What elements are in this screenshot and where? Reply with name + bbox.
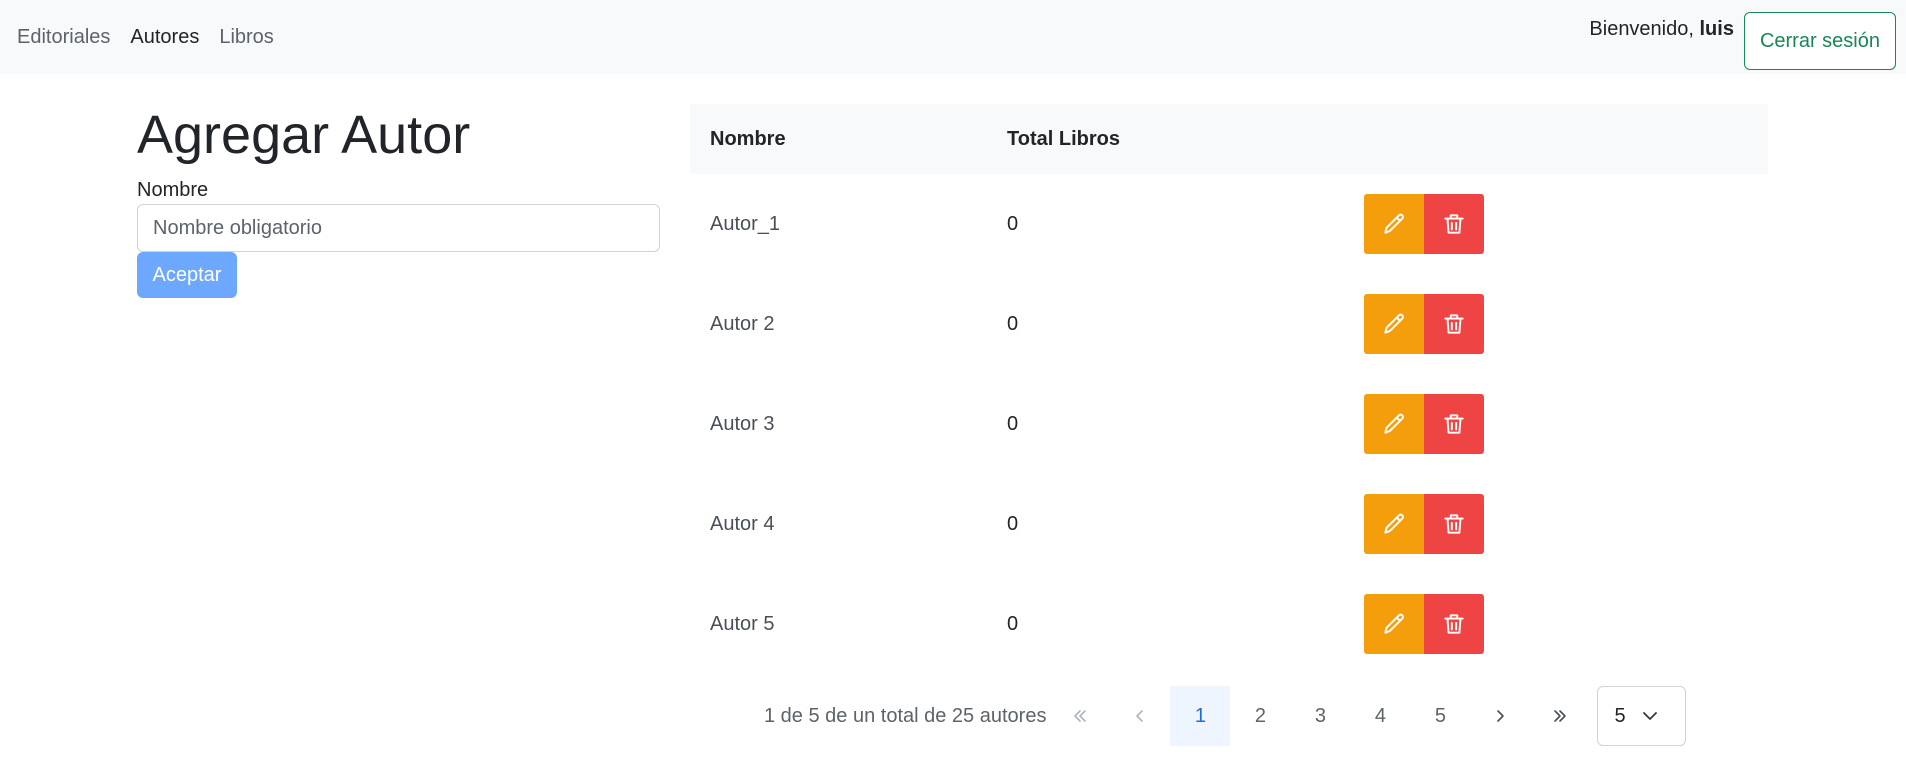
author-name: Autor_1 — [710, 212, 781, 235]
trash-icon — [1444, 314, 1464, 334]
delete-button[interactable] — [1424, 194, 1484, 254]
nav-link-editoriales[interactable]: Editoriales — [17, 26, 110, 49]
row-actions — [1364, 494, 1484, 554]
pagination: 1 de 5 de un total de 25 autores 1 2 3 4… — [764, 686, 1687, 746]
page-2-button[interactable]: 2 — [1230, 686, 1290, 746]
chevron-down-icon — [1642, 712, 1657, 720]
nav-link-autores[interactable]: Autores — [130, 26, 199, 49]
edit-button[interactable] — [1364, 494, 1424, 554]
author-total-books: 0 — [1007, 512, 1019, 535]
pagination-summary: 1 de 5 de un total de 25 autores — [764, 704, 1047, 727]
pencil-icon — [1384, 313, 1404, 334]
page-size-select[interactable]: 5 — [1597, 686, 1687, 746]
pencil-icon — [1384, 213, 1404, 234]
table-row: Autor 4 0 — [690, 474, 1768, 574]
table-row: Autor 5 0 — [690, 574, 1768, 674]
page-1-button[interactable]: 1 — [1170, 686, 1231, 746]
name-label: Nombre — [137, 179, 209, 201]
page-title: Agregar Autor — [137, 105, 471, 165]
next-page-button[interactable] — [1470, 686, 1530, 746]
table-row: Autor 2 0 — [690, 274, 1768, 374]
pencil-icon — [1384, 513, 1404, 534]
chevron-right-icon — [1497, 710, 1505, 722]
double-chevron-right-icon — [1554, 710, 1567, 722]
last-page-button[interactable] — [1530, 686, 1590, 746]
nav-links: Editoriales Autores Libros — [17, 26, 294, 49]
username: luis — [1699, 18, 1734, 40]
edit-button[interactable] — [1364, 594, 1424, 654]
welcome-message: Bienvenido, luis — [1589, 18, 1734, 41]
accept-button[interactable]: Aceptar — [137, 252, 237, 298]
nav-link-libros[interactable]: Libros — [219, 26, 273, 49]
page-5-button[interactable]: 5 — [1410, 686, 1470, 746]
row-actions — [1364, 294, 1484, 354]
pencil-icon — [1384, 613, 1404, 634]
delete-button[interactable] — [1424, 494, 1484, 554]
pencil-icon — [1384, 413, 1404, 434]
user-area: Bienvenido, luis Cerrar sesión — [1589, 12, 1896, 70]
trash-icon — [1444, 214, 1464, 234]
author-total-books: 0 — [1007, 212, 1019, 235]
navbar: Editoriales Autores Libros Bienvenido, l… — [0, 0, 1906, 74]
edit-button[interactable] — [1364, 394, 1424, 454]
header-total-libros: Total Libros — [1007, 127, 1120, 150]
author-total-books: 0 — [1007, 612, 1019, 635]
welcome-prefix: Bienvenido, — [1589, 18, 1694, 40]
row-actions — [1364, 394, 1484, 454]
name-input[interactable] — [137, 204, 660, 252]
edit-button[interactable] — [1364, 194, 1424, 254]
add-author-form: Agregar Autor Nombre Aceptar — [137, 100, 660, 298]
first-page-button[interactable] — [1050, 686, 1110, 746]
authors-table: Nombre Total Libros Autor_1 0 Autor 2 0 … — [690, 104, 1768, 674]
table-row: Autor_1 0 — [690, 174, 1768, 274]
delete-button[interactable] — [1424, 294, 1484, 354]
edit-button[interactable] — [1364, 294, 1424, 354]
double-chevron-left-icon — [1074, 710, 1087, 722]
author-name: Autor 2 — [710, 312, 775, 335]
author-total-books: 0 — [1007, 312, 1019, 335]
table-header: Nombre Total Libros — [690, 104, 1768, 174]
author-name: Autor 3 — [710, 412, 775, 435]
author-total-books: 0 — [1007, 412, 1019, 435]
table-body: Autor_1 0 Autor 2 0 Autor 3 0 Autor 4 0 … — [690, 174, 1768, 674]
page-3-button[interactable]: 3 — [1290, 686, 1350, 746]
previous-page-button[interactable] — [1110, 686, 1170, 746]
delete-button[interactable] — [1424, 594, 1484, 654]
author-name: Autor 5 — [710, 612, 775, 635]
table-row: Autor 3 0 — [690, 374, 1768, 474]
page-size-value: 5 — [1614, 704, 1626, 727]
trash-icon — [1444, 414, 1464, 434]
row-actions — [1364, 594, 1484, 654]
trash-icon — [1444, 514, 1464, 534]
row-actions — [1364, 194, 1484, 254]
page-4-button[interactable]: 4 — [1350, 686, 1410, 746]
trash-icon — [1444, 614, 1464, 634]
header-nombre: Nombre — [710, 127, 786, 150]
chevron-left-icon — [1136, 710, 1144, 722]
delete-button[interactable] — [1424, 394, 1484, 454]
author-name: Autor 4 — [710, 512, 775, 535]
logout-button[interactable]: Cerrar sesión — [1743, 12, 1896, 70]
